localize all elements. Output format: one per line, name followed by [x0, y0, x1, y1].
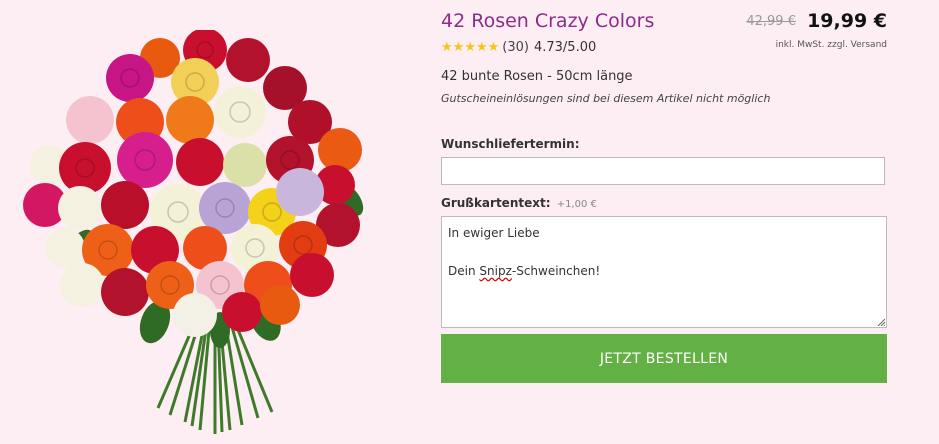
- card-surcharge: +1,00 €: [556, 199, 597, 210]
- rating-score: 4.73/5.00: [533, 40, 597, 55]
- star-icon: ★: [475, 40, 488, 55]
- star-icon: ★: [452, 40, 465, 55]
- resize-grip-icon[interactable]: [877, 318, 885, 326]
- card-text-area[interactable]: In ewiger Liebe Dein Snipz-Schweinchen!: [441, 216, 887, 328]
- rating[interactable]: ★ ★ ★ ★ ★ (30) 4.73/5.00: [441, 40, 596, 55]
- delivery-date-input[interactable]: [441, 157, 885, 185]
- star-icon: ★: [464, 40, 476, 55]
- delivery-date-label: Wunschliefertermin:: [441, 137, 580, 151]
- card-line-1: In ewiger Liebe: [448, 226, 540, 240]
- star-icon: ★: [441, 40, 453, 55]
- shipping-note: inkl. MwSt. zzgl. Versand: [775, 40, 887, 50]
- old-price: 42,99 €: [746, 14, 796, 29]
- card-text-label: Grußkartentext: +1,00 €: [441, 196, 597, 210]
- price-box: 42,99 € 19,99 €: [746, 10, 887, 32]
- voucher-note: Gutscheineinlösungen sind bei diesem Art…: [441, 92, 771, 105]
- star-icon: ★: [487, 40, 500, 55]
- new-price: 19,99 €: [807, 10, 887, 32]
- rose-bouquet-image: [23, 30, 364, 434]
- product-description: 42 bunte Rosen - 50cm länge: [441, 69, 633, 84]
- product-image[interactable]: [20, 30, 390, 444]
- rating-count[interactable]: (30): [502, 40, 529, 55]
- order-button[interactable]: JETZT BESTELLEN: [441, 334, 887, 383]
- misspelled-word: Snipz: [479, 264, 512, 278]
- product-title: 42 Rosen Crazy Colors: [441, 10, 655, 32]
- card-line-3: Dein Snipz-Schweinchen!: [448, 264, 601, 278]
- rating-stars: ★ ★ ★ ★ ★: [441, 41, 499, 54]
